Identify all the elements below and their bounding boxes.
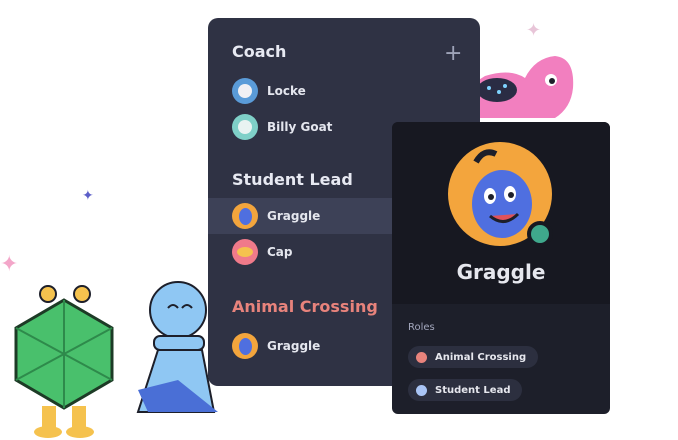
sparkle-decoration: ✦ (0, 252, 19, 277)
add-icon[interactable]: + (444, 43, 462, 65)
avatar (232, 333, 258, 359)
sparkle-decoration: ✦ (82, 188, 94, 204)
role-tag-student-lead[interactable]: Student Lead (408, 379, 523, 401)
role-name: Student Lead (435, 384, 511, 396)
role-color-dot (416, 384, 427, 396)
member-graggle[interactable]: Graggle (232, 201, 320, 231)
member-graggle-animal-crossing[interactable]: Graggle (232, 331, 320, 361)
member-name: Locke (267, 84, 306, 98)
status-indicator (527, 221, 553, 247)
member-name: Graggle (267, 209, 321, 223)
avatar (232, 114, 258, 140)
avatar (232, 203, 258, 229)
role-color-dot (416, 351, 427, 363)
group-heading-student-lead: Student Lead (232, 170, 353, 189)
role-tag-animal-crossing[interactable]: Animal Crossing (408, 346, 539, 368)
roles-label: Roles (408, 322, 435, 333)
group-heading-animal-crossing: Animal Crossing (232, 297, 378, 316)
sparkle-decoration: ✦ (526, 20, 542, 41)
avatar (232, 78, 258, 104)
green-dice-mascot-illustration (14, 285, 114, 438)
group-heading-coach: Coach (232, 42, 287, 61)
avatar (232, 239, 258, 265)
member-billy-goat[interactable]: Billy Goat (232, 112, 332, 142)
blue-pawn-mascot-illustration (136, 281, 218, 413)
member-name: Cap (267, 245, 293, 259)
profile-card: Graggle Roles Animal Crossing Student Le… (392, 122, 610, 414)
profile-name: Graggle (456, 260, 546, 284)
member-locke[interactable]: Locke (232, 76, 306, 106)
profile-avatar (448, 142, 553, 247)
role-name: Animal Crossing (435, 351, 527, 363)
member-cap[interactable]: Cap (232, 237, 293, 267)
member-name: Graggle (267, 339, 321, 353)
member-name: Billy Goat (267, 120, 333, 134)
